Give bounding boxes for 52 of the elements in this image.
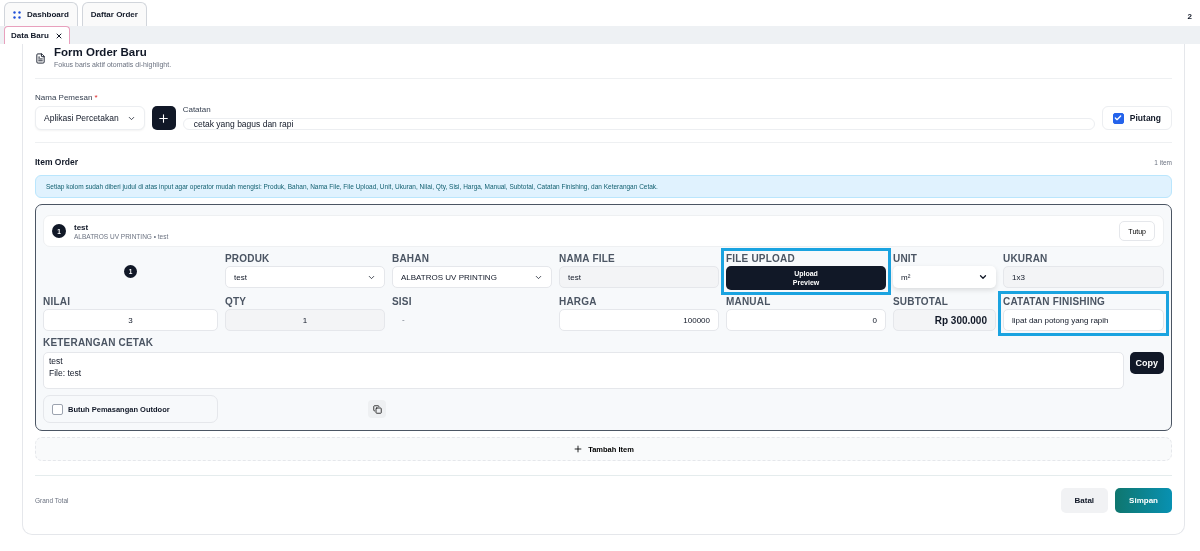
input-field[interactable]: 1x3	[1003, 266, 1164, 288]
field-label: FILE UPLOAD	[726, 253, 796, 264]
field-label: QTY	[225, 296, 248, 307]
piutang-checkbox[interactable]: Piutang	[1101, 106, 1172, 130]
field-label: NILAI	[43, 296, 72, 307]
field-label: SISI	[392, 296, 413, 307]
chevron-icon	[978, 272, 988, 282]
field-value: -	[401, 314, 406, 326]
action-button[interactable]: Simpan	[1115, 488, 1172, 513]
checkbox[interactable]	[52, 403, 63, 415]
tab[interactable]: Daftar Order	[81, 2, 147, 26]
item-name: test	[74, 222, 90, 232]
input-field[interactable]: 0	[726, 309, 886, 331]
field-label: HARGA	[559, 296, 598, 307]
field-label: CATATAN FINISHING	[1003, 296, 1107, 307]
input-field[interactable]: test	[559, 266, 719, 288]
field-label: UKURAN	[1003, 253, 1049, 264]
input-field[interactable]: 3	[43, 309, 218, 331]
field-label: MANUAL	[726, 296, 772, 307]
field-label: KETERANGAN CETAK	[43, 337, 155, 348]
field-label: UNIT	[893, 253, 919, 264]
input-field[interactable]: 1	[225, 309, 385, 331]
close-icon[interactable]	[54, 31, 63, 40]
select-field[interactable]: test	[225, 266, 385, 288]
select-field[interactable]: m²	[893, 266, 996, 288]
checkbox[interactable]	[1112, 112, 1124, 124]
action-button[interactable]: Batal	[1060, 488, 1109, 513]
field-label: Nama Pemesan *	[35, 93, 99, 102]
section-title: Item Order	[35, 157, 78, 167]
input-field[interactable]: 100000	[559, 309, 719, 331]
form-title: Form Order Baru	[54, 46, 148, 58]
plus-icon	[157, 111, 171, 125]
field-label: NAMA FILE	[559, 253, 616, 264]
subtotal-value: Rp 300.000	[893, 309, 996, 331]
note-field[interactable]: cetak yang bagus dan rapi	[182, 118, 1095, 130]
counter: 2	[1187, 12, 1192, 21]
field-label: Catatan	[182, 105, 212, 114]
copy-icon[interactable]	[368, 400, 386, 418]
input-field[interactable]: lipat dan potong yang rapih	[1003, 309, 1164, 331]
field-label: SUBTOTAL	[893, 296, 950, 307]
tab[interactable]: Data Baru	[4, 26, 70, 44]
field-label: PRODUK	[225, 253, 271, 264]
text-area[interactable]: test File: test	[43, 352, 1124, 389]
customer-select[interactable]: Aplikasi Percetakan	[35, 106, 145, 130]
tab[interactable]: Dashboard	[4, 2, 78, 26]
copy-button[interactable]: Copy	[1129, 352, 1164, 374]
field-label: BAHAN	[392, 253, 431, 264]
select-field[interactable]: ALBATROS UV PRINTING	[392, 266, 552, 288]
plus-icon	[573, 444, 584, 454]
add-button[interactable]	[151, 106, 176, 130]
document-icon	[35, 53, 46, 64]
grid-icon	[13, 10, 21, 19]
